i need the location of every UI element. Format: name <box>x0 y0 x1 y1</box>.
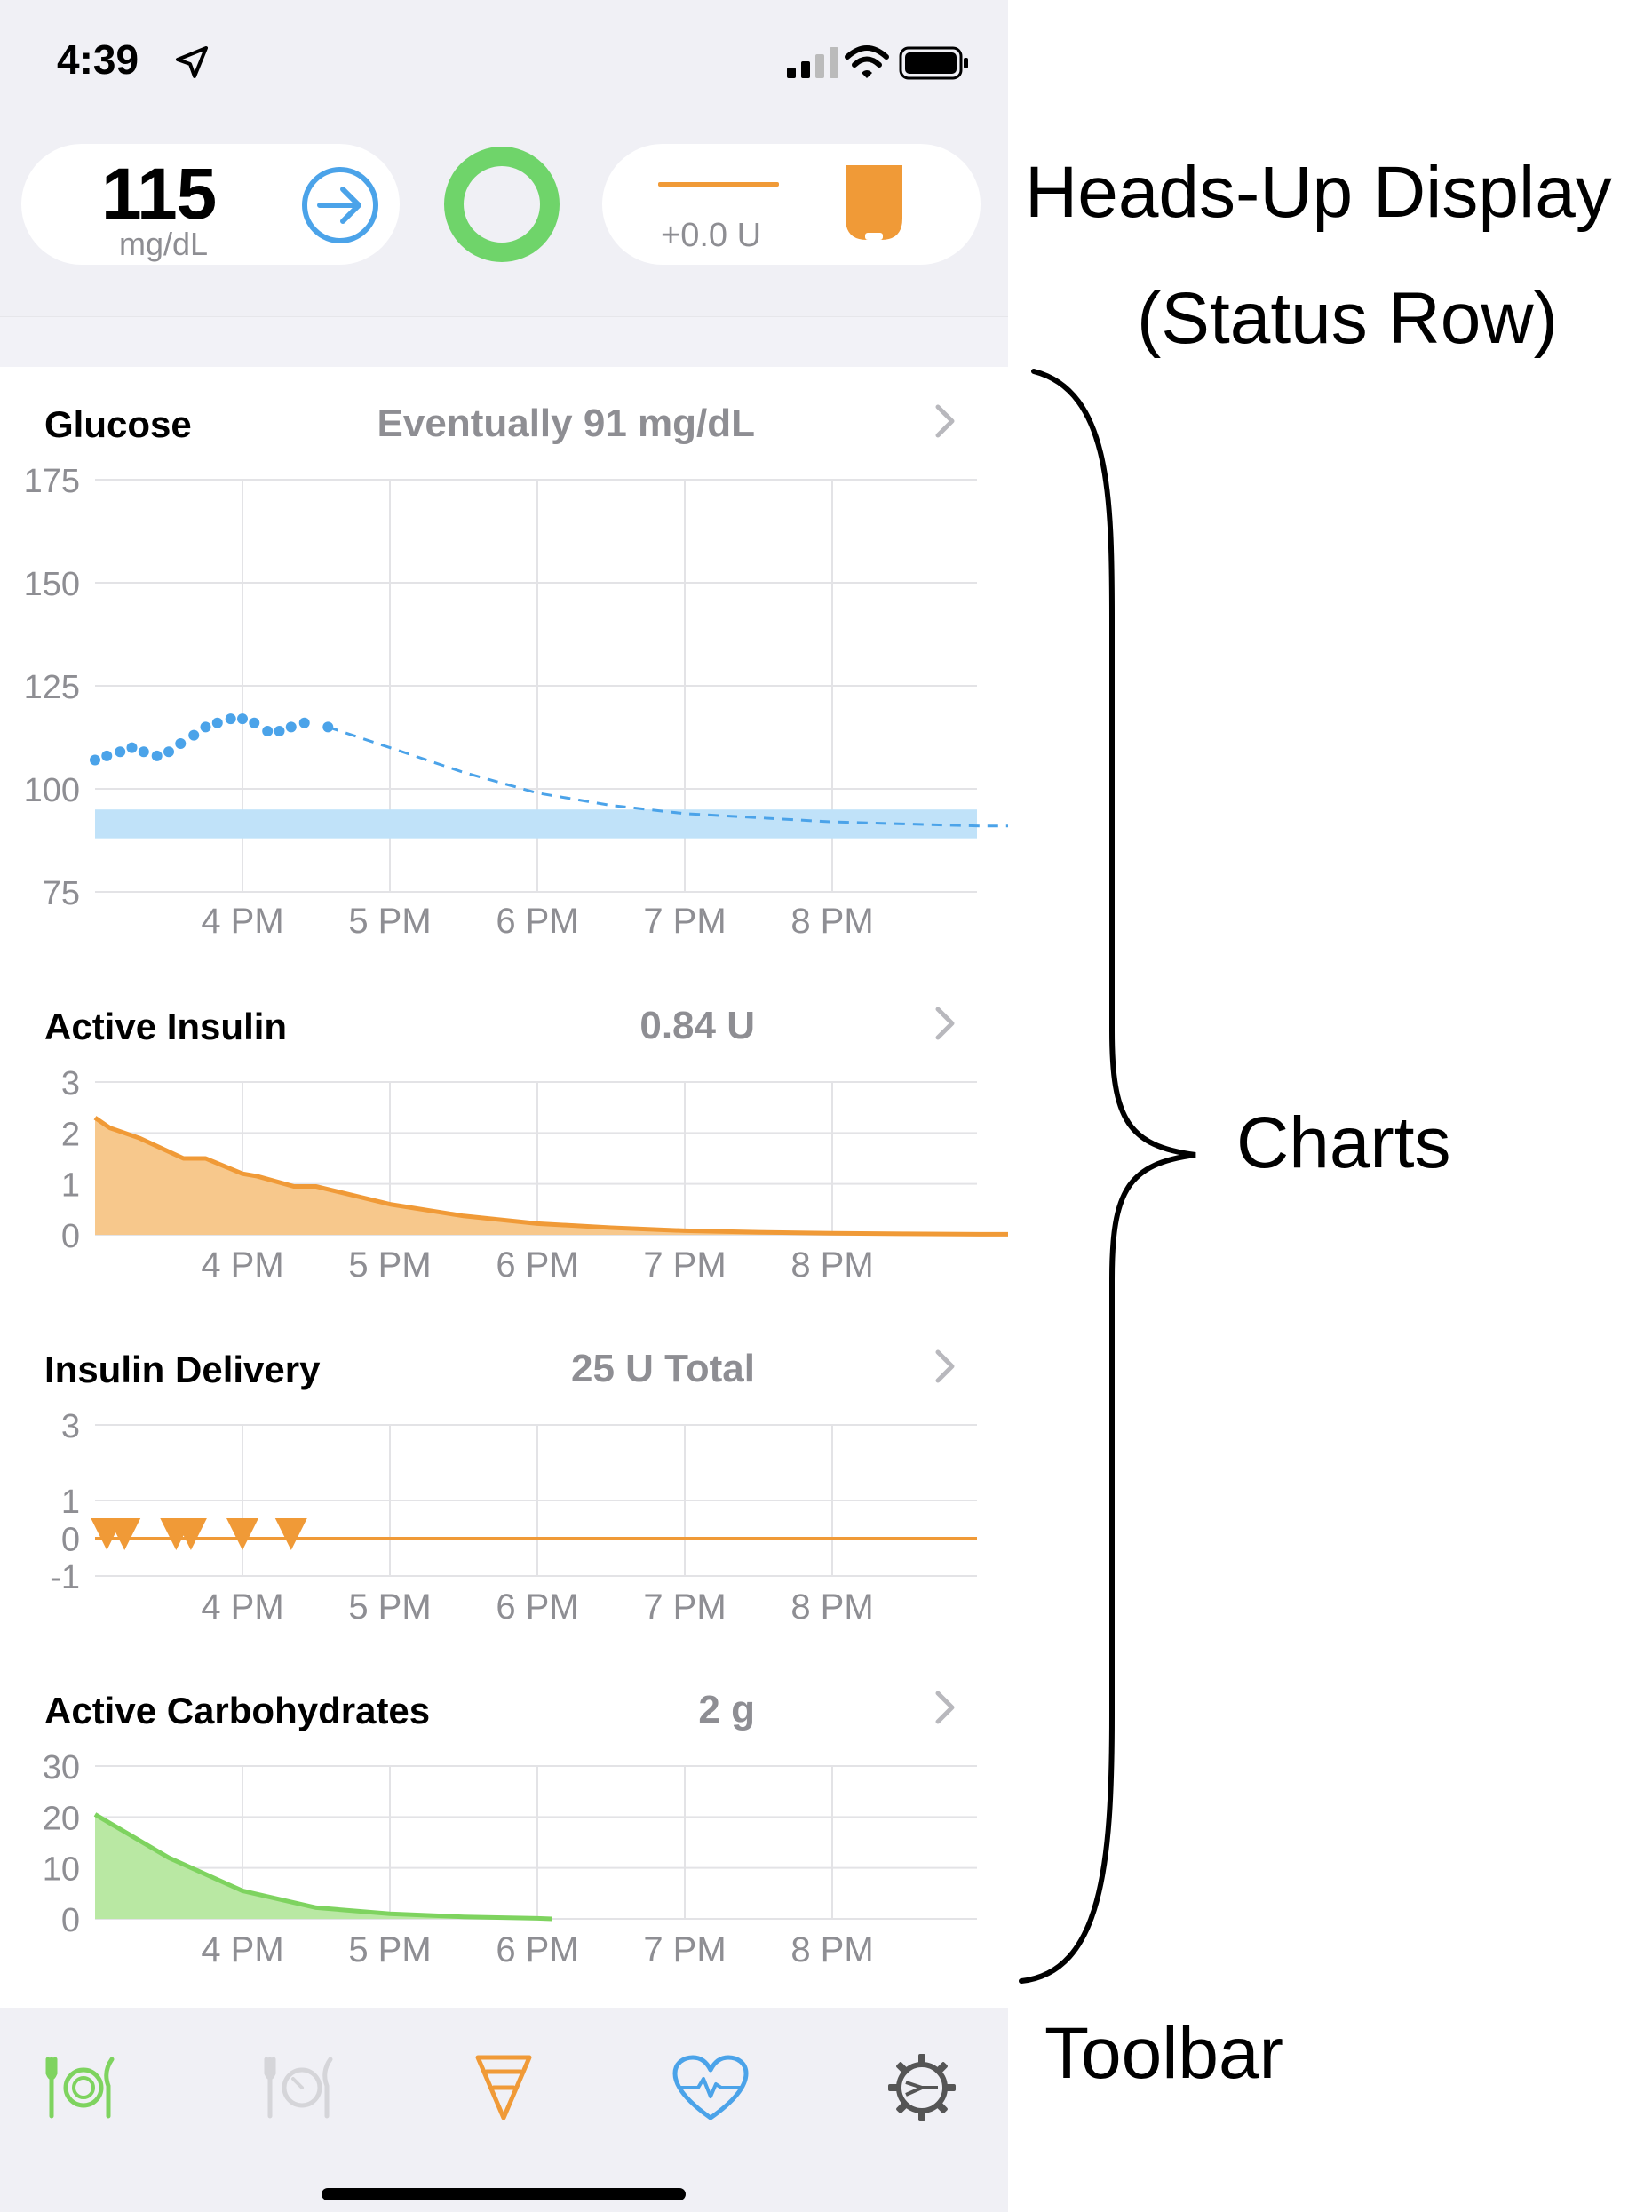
pre-meal-icon[interactable] <box>263 2054 338 2120</box>
annotation-toolbar: Toolbar <box>1044 2013 1283 2094</box>
glucose-y-tick-label: 100 <box>24 772 80 809</box>
glucose-x-tick-label: 8 PM <box>790 902 873 941</box>
glucose-point <box>285 721 297 733</box>
glucose-point <box>175 737 187 749</box>
workout-heart-icon[interactable] <box>671 2054 750 2121</box>
glucose-x-tick-label: 4 PM <box>201 902 283 941</box>
active_carbs-x-tick-label: 5 PM <box>348 1930 431 1969</box>
glucose-point <box>188 729 200 741</box>
glucose-point <box>163 746 174 758</box>
active_insulin-y-tick-label: 3 <box>61 1065 80 1102</box>
phone-screen: 4:39 115 mg/dL +0.0 U Glucose Eventually… <box>0 0 1008 2212</box>
active_carbs-area <box>95 1814 552 1919</box>
glucose-x-tick-label: 7 PM <box>643 902 726 941</box>
chevron-right-icon <box>935 404 955 438</box>
glucose-y-tick-label: 125 <box>24 669 80 706</box>
insulin_delivery-y-tick-label: 3 <box>61 1408 80 1445</box>
annotation-hud-line1: Heads-Up Display <box>1025 152 1612 233</box>
glucose-target-range <box>95 809 977 839</box>
insulin_delivery-x-tick-label: 4 PM <box>201 1587 283 1627</box>
chevron-right-icon <box>935 1691 955 1724</box>
glucose-y-tick-label: 75 <box>43 875 80 912</box>
chevron-right-icon <box>935 1349 955 1383</box>
glucose-y-tick-label: 175 <box>24 463 80 500</box>
annotation-charts: Charts <box>1236 1102 1451 1183</box>
active_insulin-area <box>95 1118 1008 1235</box>
glucose-point <box>322 721 334 733</box>
chevron-right-icon <box>935 1007 955 1040</box>
insulin_delivery-y-tick-label: 1 <box>61 1484 80 1521</box>
active_carbs-y-tick-label: 20 <box>43 1800 80 1837</box>
glucose-point <box>126 742 138 753</box>
active_insulin-x-tick-label: 7 PM <box>643 1245 726 1285</box>
glucose-point <box>274 726 285 737</box>
glucose-point <box>225 713 236 725</box>
glucose-point <box>249 717 260 728</box>
active_carbs-x-tick-label: 8 PM <box>790 1930 873 1969</box>
active_insulin-y-tick-label: 0 <box>61 1218 80 1255</box>
glucose-point <box>262 726 274 737</box>
insulin_delivery-x-tick-label: 5 PM <box>348 1587 431 1627</box>
insulin_delivery-y-tick-label: -1 <box>50 1559 80 1596</box>
glucose-point <box>151 750 163 761</box>
glucose-point <box>90 754 100 766</box>
home-indicator[interactable] <box>322 2188 686 2200</box>
bolus-icon[interactable] <box>474 2052 533 2123</box>
insulin_delivery-x-tick-label: 8 PM <box>790 1587 873 1627</box>
active_carbs-x-tick-label: 4 PM <box>201 1930 283 1969</box>
glucose-point <box>138 746 149 758</box>
bolus-marker <box>226 1518 258 1550</box>
glucose-point <box>298 717 310 728</box>
active_carbs-x-tick-label: 7 PM <box>643 1930 726 1969</box>
charts-brace <box>1019 369 1196 1984</box>
glucose-point <box>101 750 113 761</box>
toolbar <box>0 2008 1008 2212</box>
settings-gear-icon[interactable] <box>886 2052 957 2123</box>
glucose-point <box>200 721 211 733</box>
insulin_delivery-y-tick-label: 0 <box>61 1522 80 1559</box>
active_carbs-y-tick-label: 0 <box>61 1902 80 1939</box>
insulin_delivery-x-tick-label: 7 PM <box>643 1587 726 1627</box>
active_insulin-y-tick-label: 1 <box>61 1167 80 1205</box>
carbs-icon[interactable] <box>44 2054 119 2120</box>
active_carbs-x-tick-label: 6 PM <box>496 1930 578 1969</box>
active_insulin-y-tick-label: 2 <box>61 1116 80 1153</box>
glucose-point <box>211 717 223 728</box>
glucose-point <box>237 713 248 725</box>
bolus-marker <box>274 1518 307 1550</box>
active_insulin-x-tick-label: 8 PM <box>790 1245 873 1285</box>
active_insulin-x-tick-label: 6 PM <box>496 1245 578 1285</box>
glucose-x-tick-label: 5 PM <box>348 902 431 941</box>
charts-canvas[interactable]: 175150125100754 PM 5 PM 6 PM 7 PM 8 PM32104 … <box>0 0 1008 2008</box>
annotation-hud-line2: (Status Row) <box>1137 278 1558 359</box>
active_insulin-x-tick-label: 4 PM <box>201 1245 283 1285</box>
active_carbs-y-tick-label: 30 <box>43 1749 80 1786</box>
active_carbs-y-tick-label: 10 <box>43 1851 80 1889</box>
active_insulin-x-tick-label: 5 PM <box>348 1245 431 1285</box>
insulin_delivery-x-tick-label: 6 PM <box>496 1587 578 1627</box>
glucose-point <box>115 746 126 758</box>
glucose-y-tick-label: 150 <box>24 566 80 603</box>
glucose-x-tick-label: 6 PM <box>496 902 578 941</box>
